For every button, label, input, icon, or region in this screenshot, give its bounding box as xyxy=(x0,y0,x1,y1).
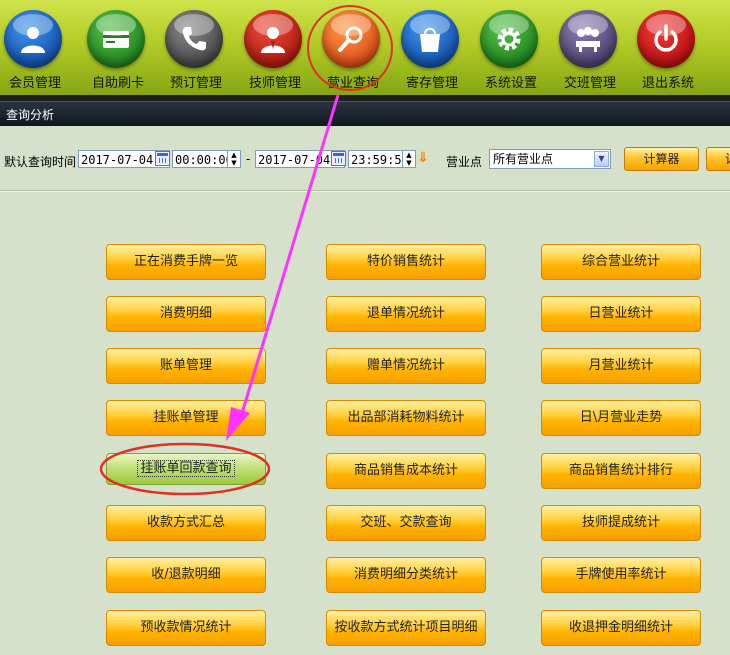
start-time-spinner[interactable]: ▲ ▼ xyxy=(227,150,241,168)
report-button[interactable]: 出品部消耗物料统计 xyxy=(326,400,486,436)
report-button-selected[interactable]: 挂账单回款查询 xyxy=(106,453,266,485)
report-button[interactable]: 账单管理 xyxy=(106,348,266,384)
power-icon xyxy=(637,10,695,68)
next-button[interactable]: 记 xyxy=(706,147,730,171)
report-button[interactable]: 收退押金明细统计 xyxy=(541,610,701,646)
report-button[interactable]: 特价销售统计 xyxy=(326,244,486,280)
report-button[interactable]: 商品销售统计排行 xyxy=(541,453,701,489)
report-button[interactable]: 月营业统计 xyxy=(541,348,701,384)
technician-icon xyxy=(244,10,302,68)
toolbar-shift-management[interactable]: 交班管理 xyxy=(551,4,629,92)
start-time-input[interactable]: 00:00:00 xyxy=(172,150,233,168)
range-separator: - xyxy=(246,152,251,166)
report-button[interactable]: 手牌使用率统计 xyxy=(541,557,701,593)
section-title: 查询分析 xyxy=(6,108,55,122)
filter-divider xyxy=(0,190,730,192)
gear-icon xyxy=(480,10,538,68)
calendar-icon[interactable] xyxy=(155,151,170,166)
calculator-button[interactable]: 计算器 xyxy=(624,147,699,171)
report-button[interactable]: 商品销售成本统计 xyxy=(326,453,486,489)
toolbar-label: 交班管理 xyxy=(563,76,616,91)
report-button[interactable]: 综合营业统计 xyxy=(541,244,701,280)
report-button[interactable]: 正在消费手牌一览 xyxy=(106,244,266,280)
toolbar-label: 退出系统 xyxy=(641,76,694,91)
toolbar-self-card[interactable]: 自助刷卡 xyxy=(79,4,157,92)
toolbar-member-management[interactable]: 会员管理 xyxy=(0,4,74,92)
bag-icon xyxy=(401,10,459,68)
chevron-down-icon[interactable]: ▼ xyxy=(594,151,609,167)
report-button[interactable]: 收/退款明细 xyxy=(106,557,266,593)
toolbar-label: 自助刷卡 xyxy=(91,76,144,91)
default-time-label: 默认查询时间 xyxy=(4,155,77,169)
top-toolbar: 会员管理 自助刷卡 预订管理 技师管理 营业查询 寄存管理 系统设置 交班管理 … xyxy=(0,0,730,95)
report-button[interactable]: 日\月营业走势 xyxy=(541,400,701,436)
toolbar-label: 系统设置 xyxy=(484,76,537,91)
report-button-label: 挂账单回款查询 xyxy=(137,460,235,477)
toolbar-exit[interactable]: 退出系统 xyxy=(629,4,707,92)
end-time-input[interactable]: 23:59:59 xyxy=(348,150,409,168)
toolbar-label: 会员管理 xyxy=(8,76,61,91)
toolbar-label: 预订管理 xyxy=(169,76,222,91)
outlet-select-value: 所有营业点 xyxy=(493,152,554,166)
outlet-select[interactable]: 所有营业点 ▼ xyxy=(489,149,611,169)
report-button[interactable]: 挂账单管理 xyxy=(106,400,266,436)
end-time-spinner[interactable]: ▲ ▼ xyxy=(402,150,416,168)
filter-bar: 默认查询时间 2017-07-04 00:00:00 ▲ ▼ - 2017-07-… xyxy=(0,126,730,188)
card-icon xyxy=(87,10,145,68)
toolbar-technician[interactable]: 技师管理 xyxy=(236,4,314,92)
calendar-icon[interactable] xyxy=(331,151,346,166)
section-header: 查询分析 xyxy=(0,101,730,126)
report-button[interactable]: 交班、交款查询 xyxy=(326,505,486,541)
report-button[interactable]: 预收款情况统计 xyxy=(106,610,266,646)
report-button[interactable]: 按收款方式统计项目明细 xyxy=(326,610,486,646)
toolbar-system-settings[interactable]: 系统设置 xyxy=(472,4,550,92)
toolbar-business-query[interactable]: 营业查询 xyxy=(314,4,392,92)
toolbar-storage[interactable]: 寄存管理 xyxy=(393,4,471,92)
report-button[interactable]: 日营业统计 xyxy=(541,296,701,332)
outlet-label: 营业点 xyxy=(446,155,483,169)
toolbar-label: 技师管理 xyxy=(248,76,301,91)
report-button[interactable]: 赠单情况统计 xyxy=(326,348,486,384)
search-icon xyxy=(322,10,380,68)
report-button[interactable]: 消费明细 xyxy=(106,296,266,332)
toolbar-label: 寄存管理 xyxy=(405,76,458,91)
meeting-icon xyxy=(559,10,617,68)
toolbar-reservation[interactable]: 预订管理 xyxy=(157,4,235,92)
report-button[interactable]: 技师提成统计 xyxy=(541,505,701,541)
arrow-down-icon[interactable]: ⇓ xyxy=(417,150,429,166)
report-button[interactable]: 消费明细分类统计 xyxy=(326,557,486,593)
toolbar-label: 营业查询 xyxy=(326,76,379,91)
report-button[interactable]: 收款方式汇总 xyxy=(106,505,266,541)
phone-icon xyxy=(165,10,223,68)
report-button[interactable]: 退单情况统计 xyxy=(326,296,486,332)
member-icon xyxy=(4,10,62,68)
